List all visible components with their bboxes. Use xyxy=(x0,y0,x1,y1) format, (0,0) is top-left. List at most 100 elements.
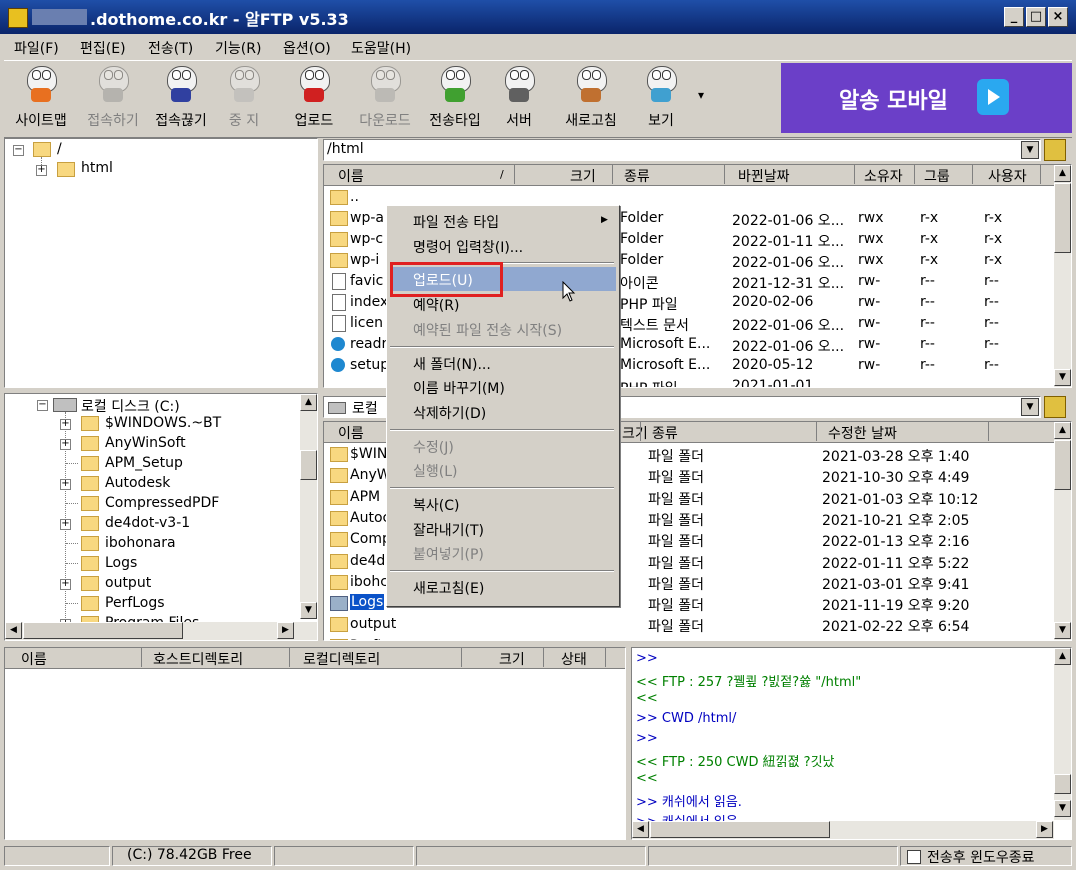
toolbar-button-6[interactable]: 전송타입 xyxy=(422,64,488,132)
col-modified[interactable]: 수정한 날짜 xyxy=(828,423,897,443)
scroll-right-icon[interactable]: ▶ xyxy=(1036,821,1053,838)
scroll-thumb[interactable] xyxy=(23,622,183,639)
tree-root-label[interactable]: / xyxy=(57,141,62,157)
menu-item-0[interactable]: 파일 전송 타입 xyxy=(413,212,499,232)
close-button[interactable]: × xyxy=(1048,7,1068,27)
toolbar-button-7[interactable]: 서버 xyxy=(495,64,543,132)
local-tree[interactable]: − 로컬 디스크 (C:) + $WINDOWS.~BT + AnyWinSoft AP… xyxy=(4,393,318,641)
drive-label[interactable]: 로컬 디스크 (C:) xyxy=(81,396,180,416)
transfer-queue[interactable]: 이름 호스트디렉토리 로컬디렉토리 크기 상태 xyxy=(4,647,626,840)
menu-item-9[interactable]: 삭제하기(D) xyxy=(413,403,486,423)
drive-free-space: (C:) 78.42GB Free xyxy=(127,847,252,863)
remote-tree[interactable]: − / + html xyxy=(4,138,318,388)
toolbar-more-icon[interactable]: ▾ xyxy=(698,88,704,102)
toolbar-button-4[interactable]: 업로드 xyxy=(288,64,340,132)
menu-options[interactable]: 옵션(O) xyxy=(283,38,331,58)
tree-html-label[interactable]: html xyxy=(81,160,113,176)
toolbar-button-9[interactable]: 보기 xyxy=(638,64,684,132)
dropdown-arrow-icon[interactable]: ▼ xyxy=(1021,398,1039,416)
col-host-dir[interactable]: 호스트디렉토리 xyxy=(153,649,243,669)
log-pane[interactable]: >> << FTP : 257 ?꿸쿂 ?빐젙?쓣 "/html" << >> CWD… xyxy=(631,647,1072,840)
menu-transfer[interactable]: 전송(T) xyxy=(148,38,193,58)
local-scrollbar[interactable]: ▲ ▼ xyxy=(1054,422,1071,640)
toolbar-button-2[interactable]: 접속끊기 xyxy=(148,64,214,132)
col-size[interactable]: 크기 xyxy=(499,649,525,669)
menu-item-11[interactable]: 수정(J) xyxy=(413,437,454,457)
scroll-down-icon[interactable]: ▼ xyxy=(1054,622,1071,639)
toolbar-button-3[interactable]: 중 지 xyxy=(218,64,270,132)
menu-item-16[interactable]: 붙여넣기(P) xyxy=(413,544,484,564)
menu-item-12[interactable]: 실행(L) xyxy=(413,461,457,481)
local-tree-hscroll[interactable]: ◀ ▶ xyxy=(5,622,317,640)
scroll-thumb[interactable] xyxy=(1054,183,1071,253)
scroll-left-icon[interactable]: ◀ xyxy=(5,622,22,639)
scroll-right-icon[interactable]: ▶ xyxy=(277,622,294,639)
scroll-up-icon[interactable]: ▲ xyxy=(1054,422,1071,439)
expand-icon[interactable]: + xyxy=(60,519,71,530)
menu-item-4[interactable]: 예약(R) xyxy=(413,295,459,315)
menu-item-5[interactable]: 예약된 파일 전송 시작(S) xyxy=(413,320,562,340)
parent-folder-icon[interactable] xyxy=(1044,139,1066,161)
ad-banner[interactable]: 알송 모바일 xyxy=(781,63,1072,133)
maximize-button[interactable]: □ xyxy=(1026,7,1046,27)
shutdown-checkbox[interactable] xyxy=(907,850,921,864)
collapse-icon[interactable]: − xyxy=(37,400,48,411)
menu-item-15[interactable]: 잘라내기(T) xyxy=(413,520,484,540)
col-name[interactable]: 이름 xyxy=(21,649,47,669)
col-type[interactable]: 종류 xyxy=(652,423,678,443)
local-file-row[interactable]: output 파일 폴더 2021-02-22 오후 6:54 xyxy=(324,614,1052,635)
col-size[interactable]: 크기 xyxy=(622,423,648,443)
col-name[interactable]: 이름 xyxy=(338,166,364,186)
remote-scrollbar[interactable]: ▲ ▼ xyxy=(1054,165,1071,387)
menu-function[interactable]: 기능(R) xyxy=(215,38,261,58)
scroll-thumb[interactable] xyxy=(650,821,830,838)
scroll-left-icon[interactable]: ◀ xyxy=(632,821,649,838)
parent-folder-icon[interactable] xyxy=(1044,396,1066,418)
col-size[interactable]: 크기 xyxy=(570,166,596,186)
collapse-icon[interactable]: − xyxy=(13,145,24,156)
col-type[interactable]: 종류 xyxy=(624,166,650,186)
scroll-down-icon[interactable]: ▼ xyxy=(1054,369,1071,386)
menu-item-18[interactable]: 새로고침(E) xyxy=(413,578,484,598)
toolbar-button-0[interactable]: 사이트맵 xyxy=(8,64,74,132)
col-status[interactable]: 상태 xyxy=(561,649,587,669)
mascot-icon xyxy=(367,64,403,104)
menu-help[interactable]: 도움말(H) xyxy=(351,38,411,58)
scroll-thumb[interactable] xyxy=(1054,440,1071,490)
expand-icon[interactable]: + xyxy=(60,479,71,490)
dropdown-arrow-icon[interactable]: ▼ xyxy=(1021,141,1039,159)
expand-icon[interactable]: + xyxy=(60,579,71,590)
log-vscroll[interactable]: ▲ ▼ xyxy=(1054,648,1071,820)
scroll-up-icon[interactable]: ▲ xyxy=(300,394,317,411)
local-tree-vscroll[interactable]: ▲ ▼ xyxy=(300,394,317,619)
menu-file[interactable]: 파일(F) xyxy=(14,38,59,58)
local-file-row[interactable]: PerfL 파일 폴더 2019-12-07 오후 6:14 xyxy=(324,636,1052,640)
expand-icon[interactable]: + xyxy=(60,419,71,430)
scroll-thumb[interactable] xyxy=(1054,774,1071,794)
col-date[interactable]: 바뀐날짜 xyxy=(738,166,790,186)
scroll-up-icon[interactable]: ▲ xyxy=(1054,165,1071,182)
menu-edit[interactable]: 편집(E) xyxy=(80,38,126,58)
toolbar-button-8[interactable]: 새로고침 xyxy=(558,64,624,132)
scroll-down-icon[interactable]: ▼ xyxy=(300,602,317,619)
menu-item-14[interactable]: 복사(C) xyxy=(413,495,459,515)
expand-icon[interactable]: + xyxy=(60,439,71,450)
col-owner[interactable]: 소유자 xyxy=(864,166,903,186)
menu-item-8[interactable]: 이름 바꾸기(M) xyxy=(413,378,505,398)
minimize-button[interactable]: _ xyxy=(1004,7,1024,27)
col-local-dir[interactable]: 로컬디렉토리 xyxy=(303,649,380,669)
menu-item-1[interactable]: 명령어 입력창(I)... xyxy=(413,237,523,257)
expand-icon[interactable]: + xyxy=(36,165,47,176)
col-name[interactable]: 이름 xyxy=(338,423,364,443)
col-group[interactable]: 그룹 xyxy=(924,166,950,186)
title-bar[interactable]: .dothome.co.kr - 알FTP v5.33 _ □ × xyxy=(0,0,1076,34)
toolbar-button-1[interactable]: 접속하기 xyxy=(78,64,148,132)
menu-item-7[interactable]: 새 폴더(N)... xyxy=(413,354,491,374)
scroll-down-icon[interactable]: ▼ xyxy=(1054,800,1071,817)
col-user[interactable]: 사용자 xyxy=(988,166,1027,186)
remote-path-combo[interactable]: /html ▼ xyxy=(323,139,1041,161)
log-hscroll[interactable]: ◀ ▶ xyxy=(632,821,1054,839)
toolbar-button-5[interactable]: 다운로드 xyxy=(352,64,418,132)
scroll-up-icon[interactable]: ▲ xyxy=(1054,648,1071,665)
scroll-thumb[interactable] xyxy=(300,450,317,480)
